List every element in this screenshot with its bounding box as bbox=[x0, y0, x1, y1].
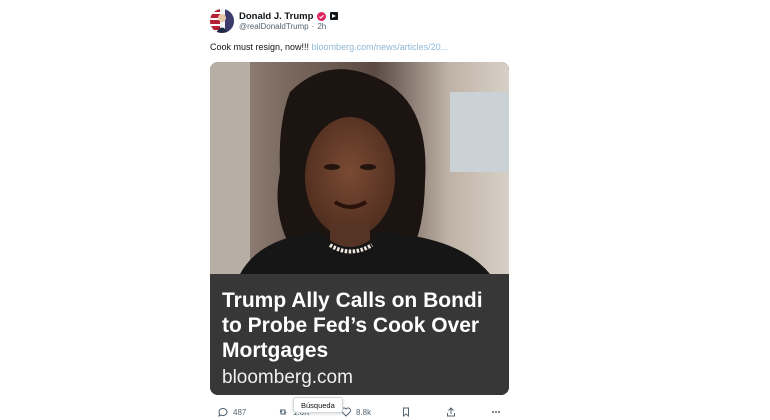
author-handle[interactable]: @realDonaldTrump bbox=[239, 22, 309, 31]
like-count: 8.8k bbox=[356, 407, 372, 417]
card-caption: Trump Ally Calls on Bondi to Probe Fed’s… bbox=[210, 274, 509, 395]
truth-post: Donald J. Trump @realDonaldTrump 2h Cook… bbox=[0, 0, 770, 420]
post-body: Cook must resign, now!!! bbox=[210, 42, 312, 52]
post-actions: 487 1.6K 8.8k bbox=[214, 404, 514, 420]
post-link[interactable]: bloomberg.com/news/articles/20... bbox=[312, 42, 449, 52]
repost-icon bbox=[279, 409, 287, 415]
avatar[interactable] bbox=[210, 9, 234, 33]
bookmark-button[interactable] bbox=[400, 404, 412, 420]
card-domain: bloomberg.com bbox=[222, 367, 353, 388]
author-display-name[interactable]: Donald J. Trump bbox=[239, 11, 313, 22]
author-name-row: Donald J. Trump bbox=[239, 9, 339, 23]
verified-icon bbox=[317, 11, 327, 21]
card-image bbox=[210, 62, 509, 274]
bookmark-icon bbox=[403, 407, 409, 418]
like-button[interactable]: 8.8k bbox=[340, 404, 371, 420]
more-icon bbox=[492, 411, 500, 413]
card-headline: Trump Ally Calls on Bondi to Probe Fed’s… bbox=[222, 289, 483, 362]
reply-icon bbox=[218, 407, 228, 417]
post-time[interactable]: 2h bbox=[317, 22, 326, 31]
badge-icon bbox=[330, 12, 339, 20]
link-preview-card[interactable]: Trump Ally Calls on Bondi to Probe Fed’s… bbox=[210, 62, 509, 395]
more-button[interactable] bbox=[490, 404, 502, 420]
author-meta: @realDonaldTrump 2h bbox=[239, 22, 326, 31]
search-tooltip: Búsqueda bbox=[293, 397, 343, 413]
share-icon bbox=[447, 407, 455, 417]
post-text: Cook must resign, now!!! bloomberg.com/n… bbox=[210, 42, 510, 53]
meta-separator bbox=[312, 22, 315, 31]
share-button[interactable] bbox=[445, 404, 457, 420]
reply-button[interactable]: 487 bbox=[217, 404, 246, 420]
card-photo bbox=[210, 62, 509, 274]
reply-count: 487 bbox=[233, 407, 247, 417]
avatar-flag-icon bbox=[210, 9, 234, 33]
